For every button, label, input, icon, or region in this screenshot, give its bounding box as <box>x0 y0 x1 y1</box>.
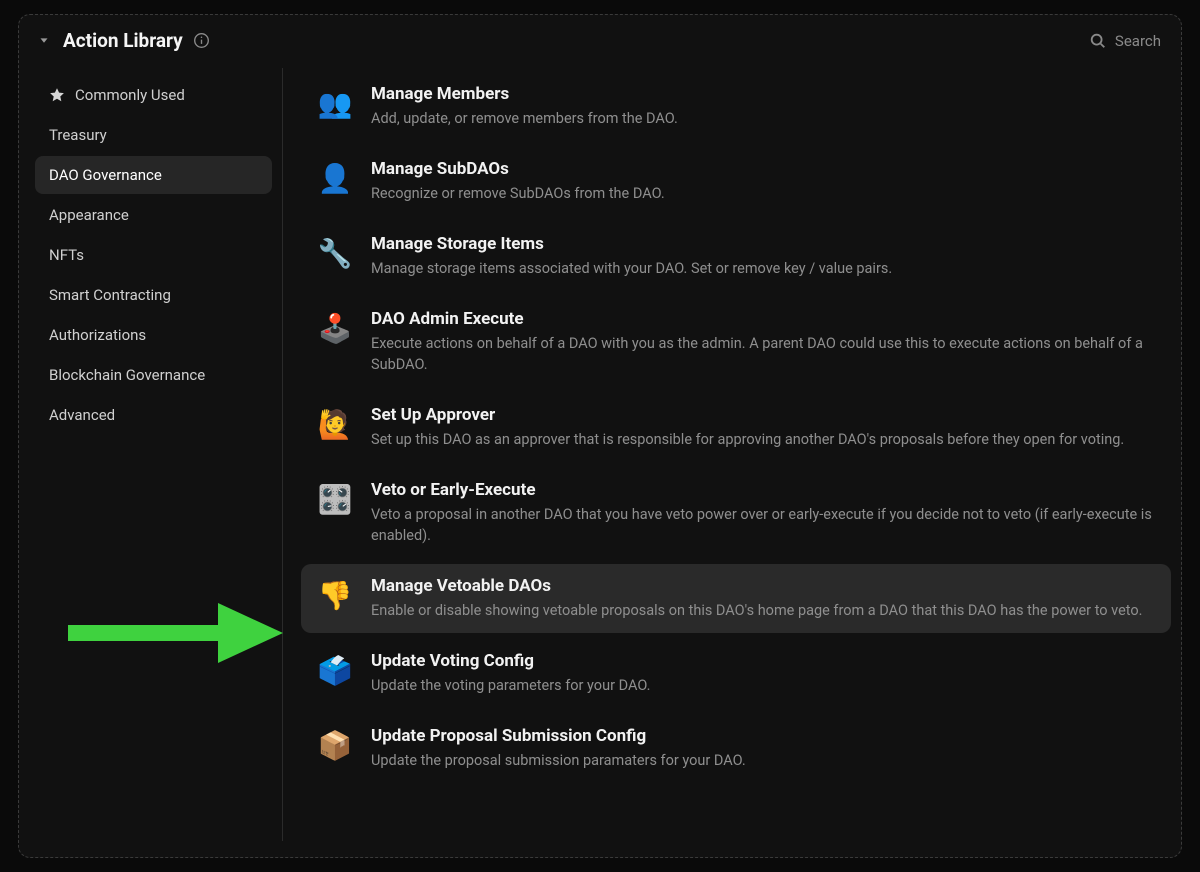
sidebar-item-commonly-used[interactable]: Commonly Used <box>35 76 272 114</box>
action-title: DAO Admin Execute <box>371 309 1155 329</box>
action-title: Manage Vetoable DAOs <box>371 576 1155 596</box>
action-description: Recognize or remove SubDAOs from the DAO… <box>371 183 1155 204</box>
action-icon: 👤 <box>317 161 353 197</box>
panel-title: Action Library <box>63 29 183 52</box>
panel-header: Action Library Search <box>19 15 1181 62</box>
sidebar-item-appearance[interactable]: Appearance <box>35 196 272 234</box>
action-description: Veto a proposal in another DAO that you … <box>371 504 1155 546</box>
action-icon: 👥 <box>317 86 353 122</box>
action-dao-admin-execute[interactable]: 🕹️ DAO Admin Execute Execute actions on be… <box>301 297 1171 387</box>
action-icon: 👎 <box>317 578 353 614</box>
sidebar-item-label: Smart Contracting <box>49 286 171 304</box>
action-manage-members[interactable]: 👥 Manage Members Add, update, or remove me… <box>301 72 1171 141</box>
sidebar-item-dao-governance[interactable]: DAO Governance <box>35 156 272 194</box>
action-manage-storage-items[interactable]: 🔧 Manage Storage Items Manage storage item… <box>301 222 1171 291</box>
sidebar-item-label: Treasury <box>49 126 107 144</box>
panel-body: Commonly Used Treasury DAO Governance Appea… <box>19 62 1181 857</box>
action-text: Manage Vetoable DAOs Enable or disable sh… <box>371 576 1155 621</box>
sidebar-item-advanced[interactable]: Advanced <box>35 396 272 434</box>
sidebar-item-smart-contracting[interactable]: Smart Contracting <box>35 276 272 314</box>
action-title: Veto or Early-Execute <box>371 480 1155 500</box>
action-description: Add, update, or remove members from the … <box>371 108 1155 129</box>
sidebar-item-label: Commonly Used <box>75 86 185 104</box>
action-text: DAO Admin Execute Execute actions on beha… <box>371 309 1155 375</box>
sidebar-item-label: Authorizations <box>49 326 146 344</box>
action-manage-vetoable-daos[interactable]: 👎 Manage Vetoable DAOs Enable or disable s… <box>301 564 1171 633</box>
action-icon: 🙋 <box>317 407 353 443</box>
action-icon: 🎛️ <box>317 482 353 518</box>
action-title: Update Voting Config <box>371 651 1155 671</box>
action-text: Veto or Early-Execute Veto a proposal in … <box>371 480 1155 546</box>
sidebar-item-label: DAO Governance <box>49 166 162 184</box>
sidebar-item-treasury[interactable]: Treasury <box>35 116 272 154</box>
sidebar-item-nfts[interactable]: NFTs <box>35 236 272 274</box>
action-description: Set up this DAO as an approver that is r… <box>371 429 1155 450</box>
action-library-panel: Action Library Search Commonly Used Treas… <box>18 14 1182 858</box>
action-text: Set Up Approver Set up this DAO as an app… <box>371 405 1155 450</box>
action-title: Update Proposal Submission Config <box>371 726 1155 746</box>
action-title: Manage Members <box>371 84 1155 104</box>
action-manage-subdaos[interactable]: 👤 Manage SubDAOs Recognize or remove SubDA… <box>301 147 1171 216</box>
info-icon[interactable] <box>193 32 211 50</box>
action-title: Manage SubDAOs <box>371 159 1155 179</box>
action-text: Manage Storage Items Manage storage items… <box>371 234 1155 279</box>
action-icon: 🔧 <box>317 236 353 272</box>
sidebar: Commonly Used Treasury DAO Governance Appea… <box>19 68 283 841</box>
search-placeholder: Search <box>1115 32 1161 50</box>
star-icon <box>49 87 65 103</box>
action-veto-or-early-execute[interactable]: 🎛️ Veto or Early-Execute Veto a proposal i… <box>301 468 1171 558</box>
search-input[interactable]: Search <box>1089 32 1161 50</box>
sidebar-item-label: NFTs <box>49 246 84 264</box>
action-text: Update Voting Config Update the voting pa… <box>371 651 1155 696</box>
action-update-proposal-submission-config[interactable]: 📦Update Proposal Submission ConfigUpdate… <box>301 714 1171 783</box>
action-update-voting-config[interactable]: 🗳️ Update Voting Config Update the voting … <box>301 639 1171 708</box>
sidebar-item-label: Appearance <box>49 206 129 224</box>
sidebar-item-label: Blockchain Governance <box>49 366 205 384</box>
action-text: Update Proposal Submission Config Update … <box>371 726 1155 771</box>
action-icon: 🗳️ <box>317 653 353 689</box>
action-text: Manage SubDAOs Recognize or remove SubDAO… <box>371 159 1155 204</box>
action-title: Manage Storage Items <box>371 234 1155 254</box>
collapse-chevron-icon[interactable] <box>35 32 53 50</box>
action-set-up-approver[interactable]: 🙋 Set Up Approver Set up this DAO as an ap… <box>301 393 1171 462</box>
action-description: Manage storage items associated with you… <box>371 258 1155 279</box>
action-description: Execute actions on behalf of a DAO with … <box>371 333 1155 375</box>
action-icon: 📦 <box>317 728 353 764</box>
action-description: Update the proposal submission paramater… <box>371 750 1155 771</box>
sidebar-item-label: Advanced <box>49 406 115 424</box>
action-description: Enable or disable showing vetoable propo… <box>371 600 1155 621</box>
search-icon <box>1089 32 1107 50</box>
action-list: 👥 Manage Members Add, update, or remove me… <box>283 68 1181 841</box>
sidebar-item-blockchain-governance[interactable]: Blockchain Governance <box>35 356 272 394</box>
action-icon: 🕹️ <box>317 311 353 347</box>
action-description: Update the voting parameters for your DA… <box>371 675 1155 696</box>
sidebar-item-authorizations[interactable]: Authorizations <box>35 316 272 354</box>
action-text: Manage Members Add, update, or remove mem… <box>371 84 1155 129</box>
action-title: Set Up Approver <box>371 405 1155 425</box>
